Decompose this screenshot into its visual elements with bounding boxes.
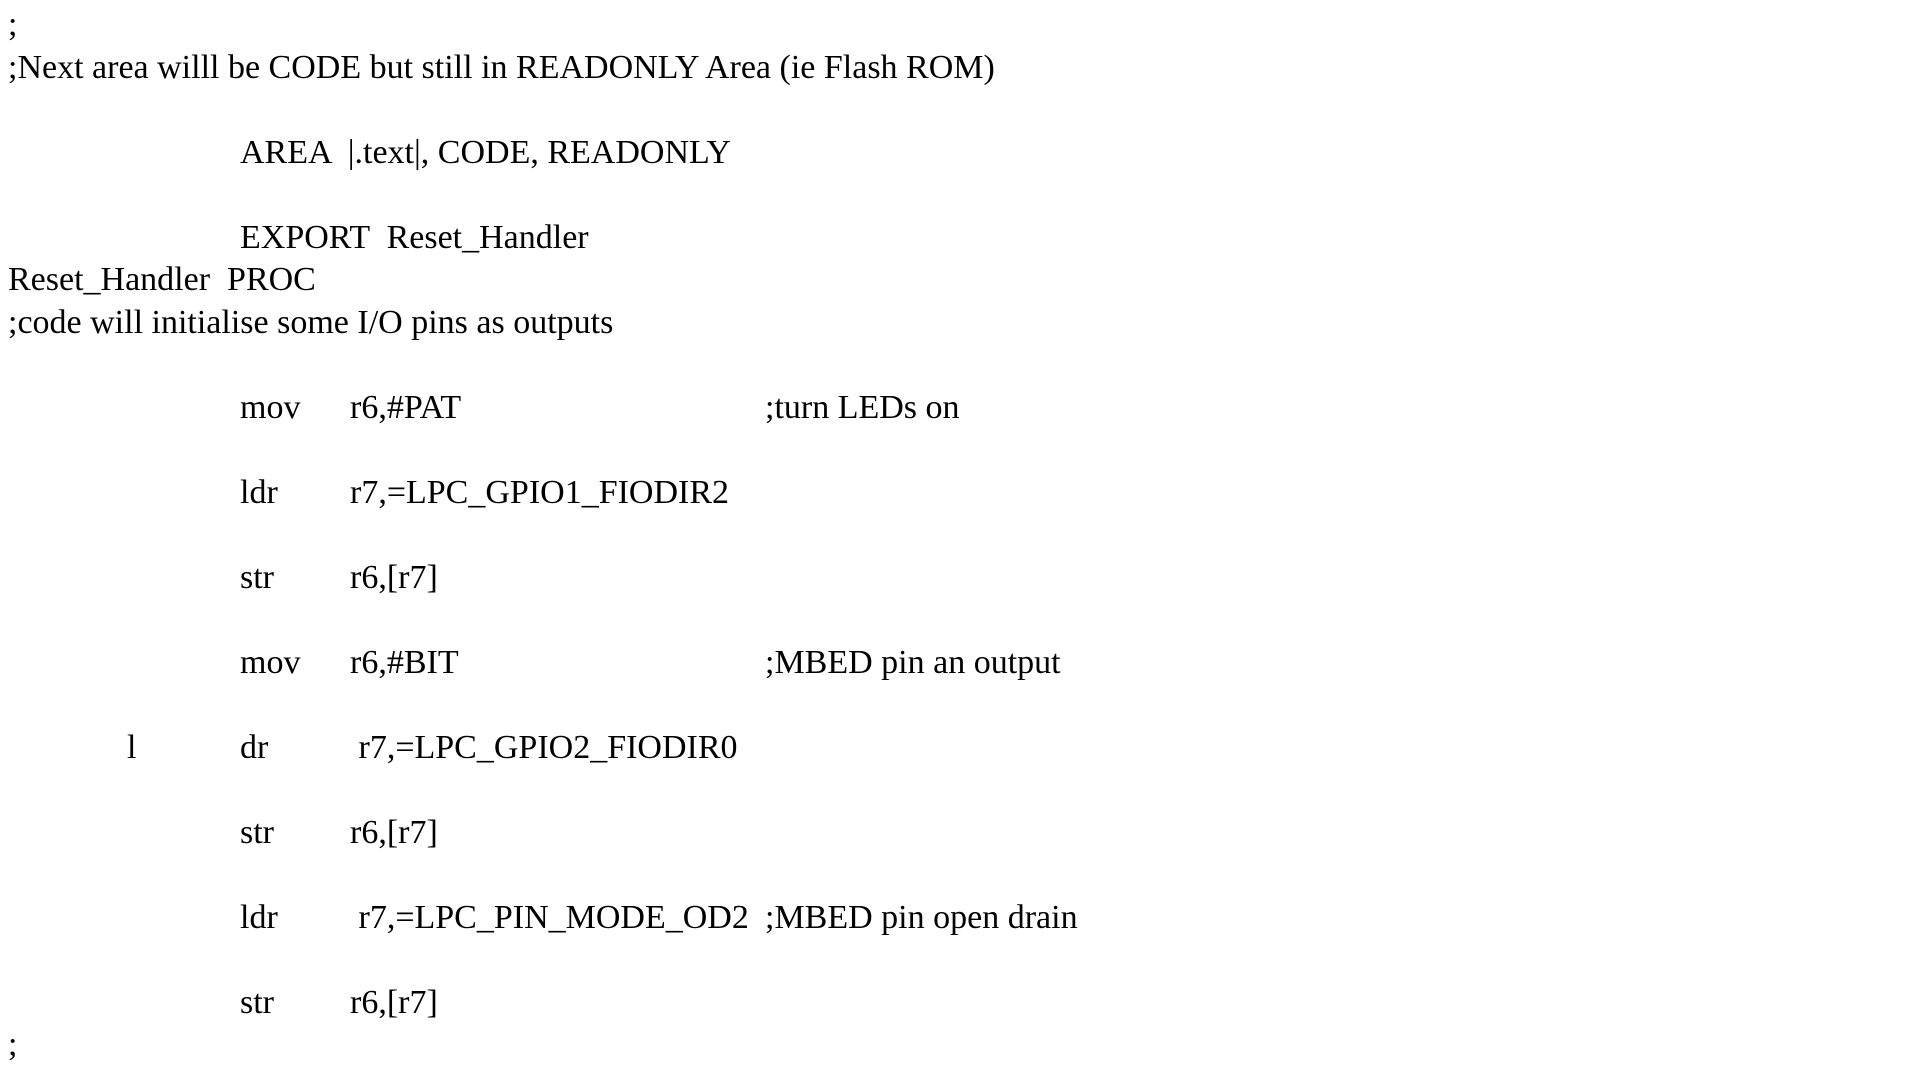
col-arg: r6,[r7] (350, 557, 765, 600)
col-op: mov (240, 642, 350, 685)
code-line-15: ; (8, 1024, 1906, 1067)
col-op: str (240, 982, 350, 1025)
code-line-13: ldr r7,=LPC_PIN_MODE_OD2;MBED pin open d… (8, 854, 1906, 939)
col-arg: r6,[r7] (350, 982, 765, 1025)
code-line-7: movr6,#PAT;turn LEDs on (8, 344, 1906, 429)
code-line-1: ; (8, 4, 1906, 47)
col-op: ldr (240, 897, 350, 940)
col-op: dr (240, 727, 350, 770)
code-line-3: AREA |.text|, CODE, READONLY (8, 89, 1906, 174)
col-arg: r6,#PAT (350, 387, 765, 430)
col-comment: ;turn LEDs on (765, 387, 960, 430)
col-comment: ;MBED pin open drain (765, 897, 1078, 940)
col-arg: r6,[r7] (350, 812, 765, 855)
code-line-6: ;code will initialise some I/O pins as o… (8, 302, 1906, 345)
col-op: EXPORT (240, 219, 370, 256)
col-arg: r6,#BIT (350, 642, 765, 685)
col-op: str (240, 557, 350, 600)
code-line-4: EXPORT Reset_Handler (8, 174, 1906, 259)
col-op: mov (240, 387, 350, 430)
col-comment: ;MBED pin an output (765, 642, 1061, 685)
code-line-12: strr6,[r7] (8, 769, 1906, 854)
code-line-9: strr6,[r7] (8, 514, 1906, 599)
col-indent: l (25, 727, 240, 770)
col-arg: r7,=LPC_GPIO2_FIODIR0 (350, 727, 765, 770)
code-line-11: ldr r7,=LPC_GPIO2_FIODIR0 (8, 684, 1906, 769)
spacer (331, 134, 348, 171)
code-line-5: Reset_Handler PROC (8, 259, 1906, 302)
col-arg: |.text|, CODE, READONLY (348, 134, 731, 171)
spacer (370, 219, 387, 256)
col-op: str (240, 812, 350, 855)
col-op: AREA (240, 134, 331, 171)
col-arg: r7,=LPC_GPIO1_FIODIR2 (350, 472, 765, 515)
col-op: ldr (240, 472, 350, 515)
col-arg: Reset_Handler (387, 219, 589, 256)
code-line-8: ldrr7,=LPC_GPIO1_FIODIR2 (8, 429, 1906, 514)
code-line-14: strr6,[r7] (8, 939, 1906, 1024)
code-line-10: movr6,#BIT;MBED pin an output (8, 599, 1906, 684)
code-line-2: ;Next area willl be CODE but still in RE… (8, 47, 1906, 90)
col-arg: r7,=LPC_PIN_MODE_OD2 (350, 897, 765, 940)
